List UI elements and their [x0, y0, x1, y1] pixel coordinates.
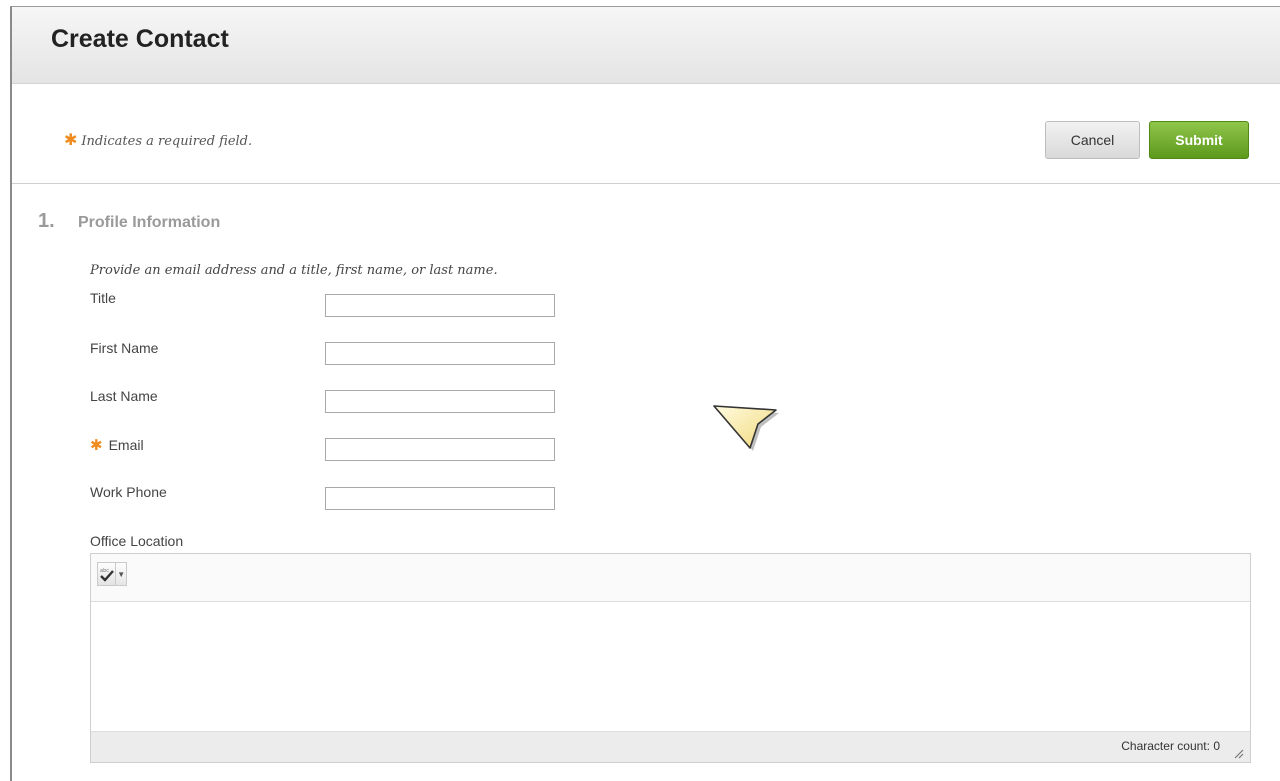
submit-button[interactable]: Submit	[1149, 121, 1249, 159]
character-count: Character count: 0	[1121, 739, 1220, 753]
title-label: Title	[90, 290, 116, 306]
page-frame: Create Contact ✱ Indicates a required fie…	[10, 6, 1280, 781]
step-instructions: Provide an email address and a title, fi…	[90, 263, 498, 278]
office-location-editor: abc ▼ Character count: 0	[90, 553, 1251, 763]
editor-toolbar: abc ▼	[91, 554, 1250, 602]
first-name-input[interactable]	[325, 342, 555, 365]
character-count-value: 0	[1213, 739, 1220, 753]
last-name-input[interactable]	[325, 390, 555, 413]
title-input[interactable]	[325, 294, 555, 317]
email-field[interactable]	[325, 438, 555, 461]
office-location-label: Office Location	[90, 533, 184, 549]
email-label-text: Email	[108, 437, 144, 453]
first-name-label: First Name	[90, 340, 159, 356]
work-phone-input[interactable]	[325, 487, 555, 510]
required-bar: ✱ Indicates a required field. Cancel Subm…	[12, 84, 1280, 184]
resize-grip-icon[interactable]	[1232, 747, 1244, 759]
character-count-label: Character count:	[1121, 739, 1210, 753]
spellcheck-button[interactable]: abc ▼	[97, 560, 127, 588]
required-star-icon: ✱	[90, 436, 103, 454]
checkmark-icon: abc	[100, 568, 114, 582]
step-heading: 1. Profile Information	[38, 210, 220, 233]
required-star-icon: ✱	[64, 130, 78, 149]
step-title: Profile Information	[78, 214, 221, 231]
pointer-arrow-icon	[713, 405, 779, 451]
editor-status-bar: Character count: 0	[91, 731, 1250, 762]
required-note-text: Indicates a required field.	[81, 134, 253, 149]
last-name-label: Last Name	[90, 388, 158, 404]
step-number: 1.	[38, 210, 55, 232]
email-label: ✱ Email	[90, 436, 144, 454]
page-header: Create Contact	[12, 7, 1280, 84]
page-title: Create Contact	[51, 25, 229, 53]
svg-text:abc: abc	[100, 568, 109, 574]
spellcheck-icon[interactable]: abc	[97, 562, 117, 586]
chevron-down-icon[interactable]: ▼	[116, 562, 127, 586]
required-note: ✱ Indicates a required field.	[64, 130, 252, 149]
office-location-textarea[interactable]	[91, 602, 1250, 732]
work-phone-label: Work Phone	[90, 484, 167, 500]
cancel-button[interactable]: Cancel	[1045, 121, 1140, 159]
